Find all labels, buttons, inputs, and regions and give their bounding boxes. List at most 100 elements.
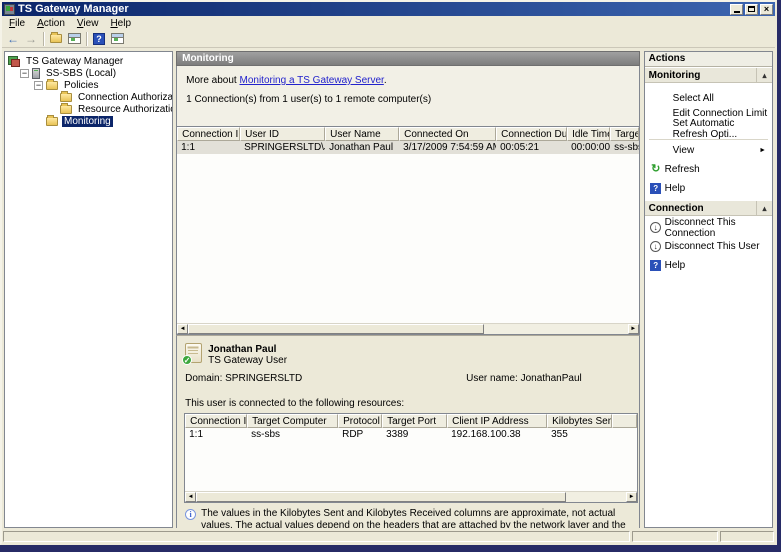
action-view[interactable]: View ►	[645, 143, 772, 158]
menu-help[interactable]: Help	[104, 17, 137, 30]
column-header[interactable]: Target Port	[382, 414, 447, 428]
section-monitoring[interactable]: Monitoring ▴	[645, 67, 772, 83]
column-header[interactable]: Protocol	[338, 414, 382, 428]
connections-table: Connection ID User ID User Name Connecte…	[177, 126, 639, 335]
collapse-section-icon[interactable]: ▴	[756, 68, 772, 82]
tree-label: Policies	[62, 80, 100, 91]
export-list-button[interactable]	[47, 31, 65, 47]
title-bar[interactable]: TS Gateway Manager ×	[2, 2, 775, 16]
action-refresh[interactable]: ↻ Refresh	[645, 162, 772, 177]
window-icon	[111, 33, 124, 44]
menu-action[interactable]: Action	[31, 17, 71, 30]
refresh-icon: ↻	[650, 163, 662, 175]
toolbar: ← → ?	[2, 30, 775, 48]
action-disconnect-this-connection[interactable]: ↓ Disconnect This Connection	[645, 220, 772, 235]
desktop: TS Gateway Manager × File Action View He…	[0, 0, 781, 552]
scroll-left-icon[interactable]: ◄	[177, 324, 188, 334]
column-header[interactable]: User Name	[325, 127, 399, 141]
cell-target-computer: ss-sbs	[247, 428, 338, 441]
connections-hscrollbar: ◄ ►	[177, 323, 639, 334]
close-button[interactable]: ×	[760, 4, 773, 15]
scroll-left-icon[interactable]: ◄	[185, 492, 196, 502]
scrollbar-thumb[interactable]	[196, 492, 566, 502]
resources-hscrollbar: ◄ ►	[185, 491, 637, 502]
column-header[interactable]: Client IP Address	[447, 414, 547, 428]
minimize-button[interactable]	[730, 4, 743, 15]
tree-pane: TS Gateway Manager − SS-SBS (Local) − Po…	[4, 51, 173, 528]
results-pane: Monitoring More about Monitoring a TS Ga…	[176, 51, 640, 528]
connection-count-text: 1 Connection(s) from 1 user(s) to 1 remo…	[186, 94, 639, 105]
folder-icon	[46, 117, 58, 126]
menu-view[interactable]: View	[71, 17, 105, 30]
window-icon	[68, 33, 81, 44]
action-label: Refresh	[665, 164, 700, 175]
tree-item-root[interactable]: TS Gateway Manager	[5, 55, 172, 67]
action-help-monitoring[interactable]: ? Help	[645, 181, 772, 196]
table-empty-area	[177, 154, 639, 323]
resources-table-header: Connection ID Target Computer Protocol T…	[185, 414, 637, 428]
column-header[interactable]: Connection Duration	[496, 127, 567, 141]
scrollbar-track[interactable]	[484, 324, 628, 334]
back-button[interactable]: ←	[4, 31, 22, 47]
column-header[interactable]: Target Computer	[247, 414, 338, 428]
column-header-filler	[612, 414, 637, 428]
action-label: Set Automatic Refresh Opti...	[673, 118, 772, 140]
collapse-expander-icon[interactable]: −	[34, 81, 43, 90]
close-icon: ×	[764, 5, 769, 14]
action-disconnect-this-user[interactable]: ↓ Disconnect This User	[645, 239, 772, 254]
scrollbar-track[interactable]	[566, 492, 626, 502]
user-identity-row: Domain: SPRINGERSLTD User name: Jonathan…	[183, 373, 634, 385]
resource-row[interactable]: 1:1 ss-sbs RDP 3389 192.168.100.38 355	[185, 428, 637, 441]
toolbar-separator	[43, 32, 44, 46]
section-label: Monitoring	[649, 70, 701, 81]
scroll-right-icon[interactable]: ►	[626, 492, 637, 502]
folder-icon	[50, 34, 62, 43]
tree-item-server[interactable]: − SS-SBS (Local)	[5, 67, 172, 79]
section-connection[interactable]: Connection ▴	[645, 200, 772, 216]
column-header[interactable]: User ID	[240, 127, 325, 141]
tree-item-policies[interactable]: − Policies	[5, 79, 172, 91]
action-set-automatic-refresh-options[interactable]: Set Automatic Refresh Opti...	[645, 121, 772, 136]
window-title: TS Gateway Manager	[18, 3, 129, 15]
domain-value: SPRINGERSLTD	[225, 373, 302, 384]
help-button[interactable]: ?	[90, 31, 108, 47]
note-text: The values in the Kilobytes Sent and Kil…	[201, 508, 636, 528]
tree-item-connection-authorization-policies[interactable]: Connection Authorization Policies	[5, 91, 172, 103]
connection-row[interactable]: 1:1 SPRINGERSLTD\Jonat... Jonathan Paul …	[177, 141, 639, 154]
tree-item-monitoring[interactable]: Monitoring	[5, 115, 172, 127]
forward-icon: →	[25, 33, 37, 45]
minimize-icon	[734, 11, 740, 13]
detail-user-name: Jonathan Paul	[208, 342, 287, 355]
collapse-expander-icon[interactable]: −	[20, 69, 29, 78]
collapse-section-icon[interactable]: ▴	[756, 201, 772, 215]
column-header[interactable]: Connection ID	[185, 414, 247, 428]
properties-button[interactable]	[65, 31, 83, 47]
tree-label: Resource Authorization Policies	[76, 104, 173, 115]
monitoring-help-link[interactable]: Monitoring a TS Gateway Server	[239, 75, 383, 86]
tree-item-resource-authorization-policies[interactable]: Resource Authorization Policies	[5, 103, 172, 115]
scroll-right-icon[interactable]: ►	[628, 324, 639, 334]
username-label: User name:	[466, 373, 518, 384]
check-icon: ✓	[182, 355, 192, 365]
column-header[interactable]: Kilobytes Sent	[547, 414, 612, 428]
domain-label: Domain:	[185, 373, 222, 384]
user-summary: ✓ Jonathan Paul TS Gateway User	[183, 342, 634, 366]
column-header[interactable]: Idle Time	[567, 127, 610, 141]
action-select-all[interactable]: Select All	[645, 91, 772, 106]
actions-pane: Actions Monitoring ▴ Select All Edit Con…	[644, 51, 773, 528]
tree-label-selected: Monitoring	[62, 116, 113, 127]
scrollbar-thumb[interactable]	[188, 324, 484, 334]
show-action-pane-button[interactable]	[108, 31, 126, 47]
table-empty-area	[185, 441, 637, 491]
action-help-connection[interactable]: ? Help	[645, 258, 772, 273]
column-header[interactable]: Connected On	[399, 127, 496, 141]
forward-button[interactable]: →	[22, 31, 40, 47]
cell-target-port: 3389	[382, 428, 447, 441]
maximize-button[interactable]	[745, 4, 758, 15]
column-header[interactable]: Connection ID	[177, 127, 240, 141]
action-label: Help	[665, 260, 686, 271]
cell-connection-id: 1:1	[185, 428, 247, 441]
column-header[interactable]: Target Co	[610, 127, 639, 141]
cell-kilobytes-sent: 355	[547, 428, 612, 441]
menu-file[interactable]: File	[3, 17, 31, 30]
